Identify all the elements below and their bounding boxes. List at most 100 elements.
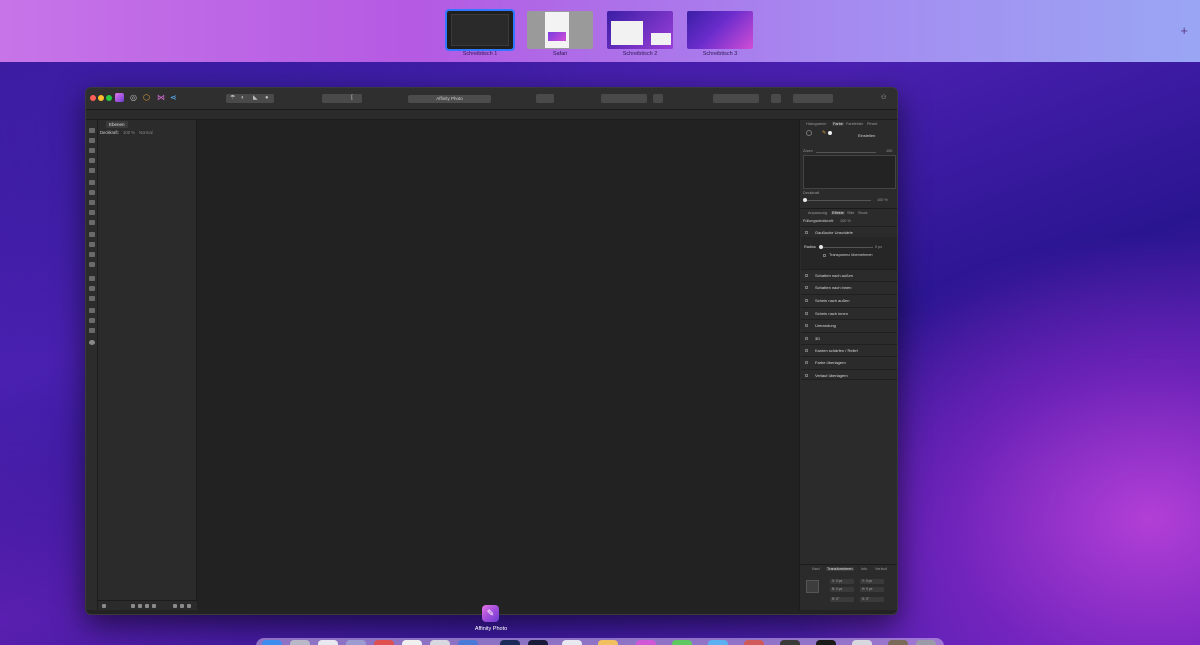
calendar-icon[interactable]: [374, 640, 394, 645]
gradient-tool-icon[interactable]: [89, 328, 95, 333]
liquify-persona-icon[interactable]: ◎: [130, 93, 137, 103]
radius-value[interactable]: 0 px: [875, 245, 882, 249]
messages-icon[interactable]: [672, 640, 692, 645]
assistant-icon[interactable]: ⚇: [881, 93, 886, 103]
photo-persona-icon[interactable]: [115, 93, 124, 102]
color-picker-icon[interactable]: ✎: [822, 130, 826, 136]
auto-colors-icon[interactable]: ◣: [253, 93, 258, 103]
flood-fill-icon[interactable]: [89, 220, 95, 225]
duplicate-layer-icon[interactable]: [180, 604, 184, 608]
selection-brush-icon[interactable]: [89, 158, 95, 163]
tone-mapping-persona-icon[interactable]: ⋈: [157, 93, 165, 103]
crop-tool-icon[interactable]: [89, 148, 95, 153]
add-space-button[interactable]: +: [1180, 23, 1188, 38]
radius-slider[interactable]: [821, 247, 873, 248]
space-thumbnail-safari[interactable]: [527, 11, 593, 49]
snapping-button[interactable]: [653, 94, 663, 103]
quick-mask-button[interactable]: [536, 94, 554, 103]
marquee-tool-icon[interactable]: [89, 180, 95, 185]
transform-rotation-field[interactable]: R: 0°: [830, 597, 854, 602]
paint-brush-icon[interactable]: [89, 200, 95, 205]
auto-levels-icon[interactable]: ☂: [230, 93, 235, 103]
effect-row[interactable]: Schatten nach außen: [801, 269, 897, 280]
tab-swatches[interactable]: Farbfelder: [846, 122, 863, 126]
opacity-slider-knob[interactable]: [803, 198, 807, 202]
color-picker-icon[interactable]: [89, 190, 95, 195]
fill-opacity-value[interactable]: 100 %: [840, 219, 851, 223]
transparency-checkbox[interactable]: [823, 254, 826, 257]
affinity-designer-icon[interactable]: [636, 640, 656, 645]
radius-slider-knob[interactable]: [819, 245, 823, 249]
stroke-color-well[interactable]: [806, 130, 812, 136]
effect-row-gauss[interactable]: Gaußsche Unschärfe: [801, 226, 897, 237]
effect-checkbox[interactable]: [805, 299, 808, 302]
effect-checkbox[interactable]: [805, 312, 808, 315]
notes-icon[interactable]: [430, 640, 450, 645]
healing-brush-icon[interactable]: [89, 262, 95, 267]
textedit-icon[interactable]: [562, 640, 582, 645]
launchpad-icon[interactable]: [290, 640, 310, 645]
move-tool-icon[interactable]: [89, 138, 95, 143]
adjustment-layer-icon[interactable]: [138, 604, 142, 608]
opacity-slider[interactable]: [805, 200, 871, 201]
refine-selection-icon[interactable]: ⁅: [351, 93, 353, 103]
tab-info[interactable]: Info: [861, 567, 867, 571]
effect-checkbox[interactable]: [805, 349, 808, 352]
effect-checkbox[interactable]: [805, 337, 808, 340]
tab-navigator[interactable]: Navi: [812, 567, 820, 571]
tab-stock[interactable]: Stock: [858, 211, 868, 215]
effect-row[interactable]: Schein nach außen: [801, 294, 897, 305]
view-tool-icon[interactable]: [89, 128, 95, 133]
canvas-area[interactable]: [197, 120, 799, 610]
close-window-button[interactable]: [90, 95, 96, 101]
preview-icon[interactable]: [708, 640, 728, 645]
tab-layers[interactable]: Ebenen: [106, 121, 128, 128]
shape-tool-icon[interactable]: [89, 308, 95, 313]
transform-x-field[interactable]: X: 0 px: [830, 579, 854, 584]
mail-icon[interactable]: [346, 640, 366, 645]
burn-brush-icon[interactable]: [89, 242, 95, 247]
activity-monitor-icon[interactable]: [528, 640, 548, 645]
transform-button[interactable]: [771, 94, 781, 103]
effect-checkbox[interactable]: [805, 274, 808, 277]
system-settings-icon[interactable]: [780, 640, 800, 645]
effect-row[interactable]: Farbe überlagern: [801, 356, 897, 367]
zoom-slider[interactable]: [816, 152, 876, 153]
safari-icon[interactable]: [318, 640, 338, 645]
pen-tool-icon[interactable]: [89, 286, 95, 291]
mask-layer-icon[interactable]: [131, 604, 135, 608]
fill-color-well[interactable]: [828, 131, 832, 135]
documents-stack-icon[interactable]: [888, 640, 908, 645]
layer-stack-icon[interactable]: [102, 604, 106, 608]
opacity-value[interactable]: 100 %: [877, 198, 888, 202]
effect-row[interactable]: Kanten schärfen / Relief: [801, 344, 897, 355]
effect-row[interactable]: Schatten nach innen: [801, 281, 897, 292]
effect-checkbox[interactable]: [805, 231, 808, 234]
minimize-window-button[interactable]: [98, 95, 104, 101]
effect-row[interactable]: 3D: [801, 332, 897, 343]
clone-brush-icon[interactable]: [89, 252, 95, 257]
space-thumbnail-desktop-1[interactable]: [445, 9, 515, 51]
arrange-buttons[interactable]: [601, 94, 647, 103]
tab-adjustment[interactable]: Anpassung: [808, 211, 827, 215]
zoom-value[interactable]: 100: [886, 149, 892, 153]
delete-layer-icon[interactable]: [187, 604, 191, 608]
transform-width-field[interactable]: B: 0 px: [830, 587, 854, 592]
flood-select-icon[interactable]: [89, 168, 95, 173]
effect-row[interactable]: Umrandung: [801, 319, 897, 330]
auto-contrast-icon[interactable]: ◐: [241, 93, 245, 103]
tab-transform[interactable]: Transformieren: [826, 567, 854, 571]
erase-brush-icon[interactable]: [89, 210, 95, 215]
space-thumbnail-desktop-3[interactable]: [687, 11, 753, 49]
transform-height-field[interactable]: H: 0 px: [860, 587, 884, 592]
affinity-photo-app-icon[interactable]: ✎: [482, 605, 499, 622]
layers-blend-mode[interactable]: Normal: [139, 130, 153, 135]
export-persona-icon[interactable]: ⋖: [170, 93, 177, 103]
calculator-icon[interactable]: [816, 640, 836, 645]
tab-histogram[interactable]: Histogramm: [806, 122, 826, 126]
terminal-icon[interactable]: [500, 640, 520, 645]
view-mode-buttons[interactable]: [793, 94, 833, 103]
effect-row[interactable]: Verlauf überlagern: [801, 369, 897, 380]
auto-white-balance-icon[interactable]: ●: [265, 93, 269, 103]
tab-effects[interactable]: Effekte: [831, 211, 845, 215]
